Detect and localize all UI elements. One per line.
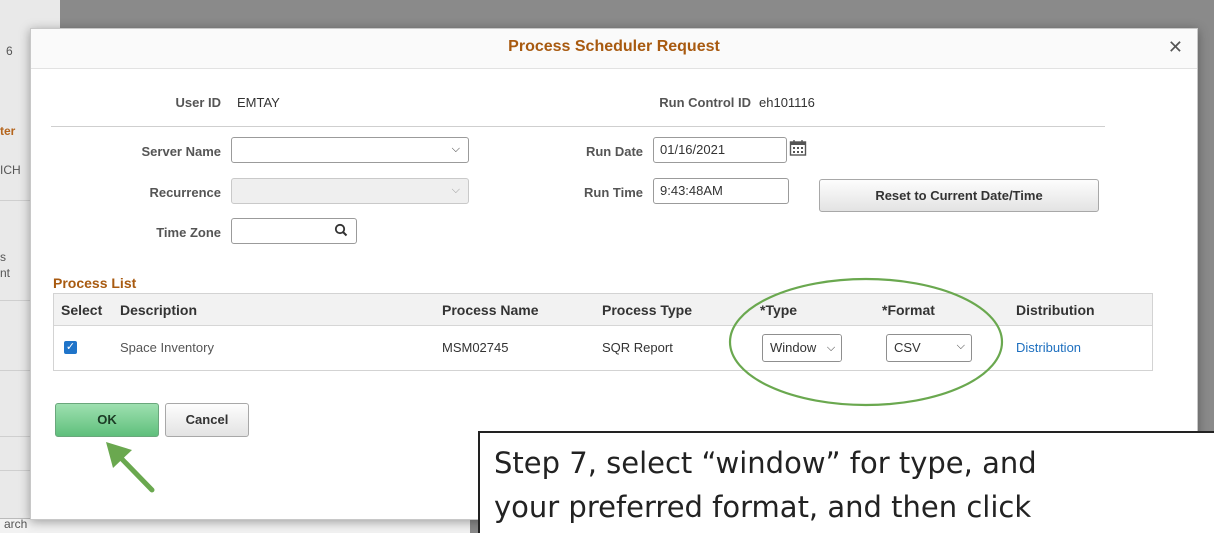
user-id-label: User ID — [175, 95, 221, 110]
process-list-grid: Select Description Process Name Process … — [53, 293, 1153, 371]
background-footer: arch — [0, 517, 470, 533]
chevron-down-icon: ⌵ — [821, 335, 841, 361]
chevron-down-icon: ⌵ — [451, 184, 460, 196]
user-id-value: EMTAY — [237, 95, 280, 110]
recurrence-select[interactable]: ⌵ — [231, 178, 469, 204]
type-select[interactable]: Window ⌵ — [762, 334, 842, 362]
format-select-value: CSV — [894, 340, 921, 355]
table-row: ✓ Space Inventory MSM02745 SQR Report Wi… — [54, 326, 1152, 370]
run-time-label: Run Time — [584, 185, 643, 200]
recurrence-label: Recurrence — [149, 185, 221, 200]
format-select[interactable]: CSV ⌵ — [886, 334, 972, 362]
run-time-value: 9:43:48AM — [660, 183, 723, 198]
callout-line-2: your preferred format, and then click — [494, 490, 1032, 524]
run-control-label: Run Control ID — [659, 95, 751, 110]
bg-fragment: arch — [4, 517, 28, 531]
calendar-icon[interactable] — [789, 139, 807, 157]
bg-fragment: nt — [0, 266, 11, 280]
row-description: Space Inventory — [120, 340, 214, 355]
dialog-header: Process Scheduler Request ✕ — [31, 29, 1197, 69]
row-process-name: MSM02745 — [442, 340, 509, 355]
ok-button[interactable]: OK — [55, 403, 159, 437]
instruction-callout: Step 7, select “window” for type, and yo… — [478, 431, 1214, 533]
reset-date-time-button[interactable]: Reset to Current Date/Time — [819, 179, 1099, 212]
bg-fragment: ICH — [0, 163, 21, 177]
row-process-type: SQR Report — [602, 340, 673, 355]
column-header-select: Select — [61, 302, 103, 318]
bg-fragment: s — [0, 250, 6, 264]
column-header-description: Description — [120, 302, 198, 318]
run-time-input[interactable]: 9:43:48AM — [653, 178, 789, 204]
type-select-value: Window — [770, 340, 817, 355]
time-zone-label: Time Zone — [156, 225, 221, 240]
bg-fragment: ter — [0, 124, 16, 138]
cancel-button[interactable]: Cancel — [165, 403, 249, 437]
dialog-title: Process Scheduler Request — [508, 38, 720, 55]
column-header-format: *Format — [882, 302, 935, 318]
process-list-title: Process List — [53, 275, 137, 291]
run-date-label: Run Date — [585, 144, 643, 159]
server-name-select[interactable]: ⌵ — [231, 137, 469, 163]
column-header-distribution: Distribution — [1016, 302, 1095, 318]
grid-header: Select Description Process Name Process … — [54, 294, 1152, 326]
column-header-process-name: Process Name — [442, 302, 539, 318]
run-date-value: 01/16/2021 — [660, 142, 726, 157]
chevron-down-icon: ⌵ — [451, 143, 460, 155]
close-icon[interactable]: ✕ — [1168, 37, 1183, 58]
run-control-value: eh101116 — [759, 95, 815, 110]
callout-line-1: Step 7, select “window” for type, and — [494, 446, 1037, 480]
search-icon[interactable] — [334, 223, 348, 237]
server-name-label: Server Name — [141, 144, 222, 159]
header-divider — [51, 126, 1105, 127]
column-header-process-type: Process Type — [602, 302, 693, 318]
column-header-type: *Type — [760, 302, 798, 318]
run-date-input[interactable]: 01/16/2021 — [653, 137, 787, 163]
select-checkbox[interactable]: ✓ — [64, 341, 77, 354]
bg-fragment: 6 — [6, 44, 13, 58]
chevron-down-icon: ⌵ — [956, 340, 965, 352]
distribution-link[interactable]: Distribution — [1016, 340, 1081, 355]
